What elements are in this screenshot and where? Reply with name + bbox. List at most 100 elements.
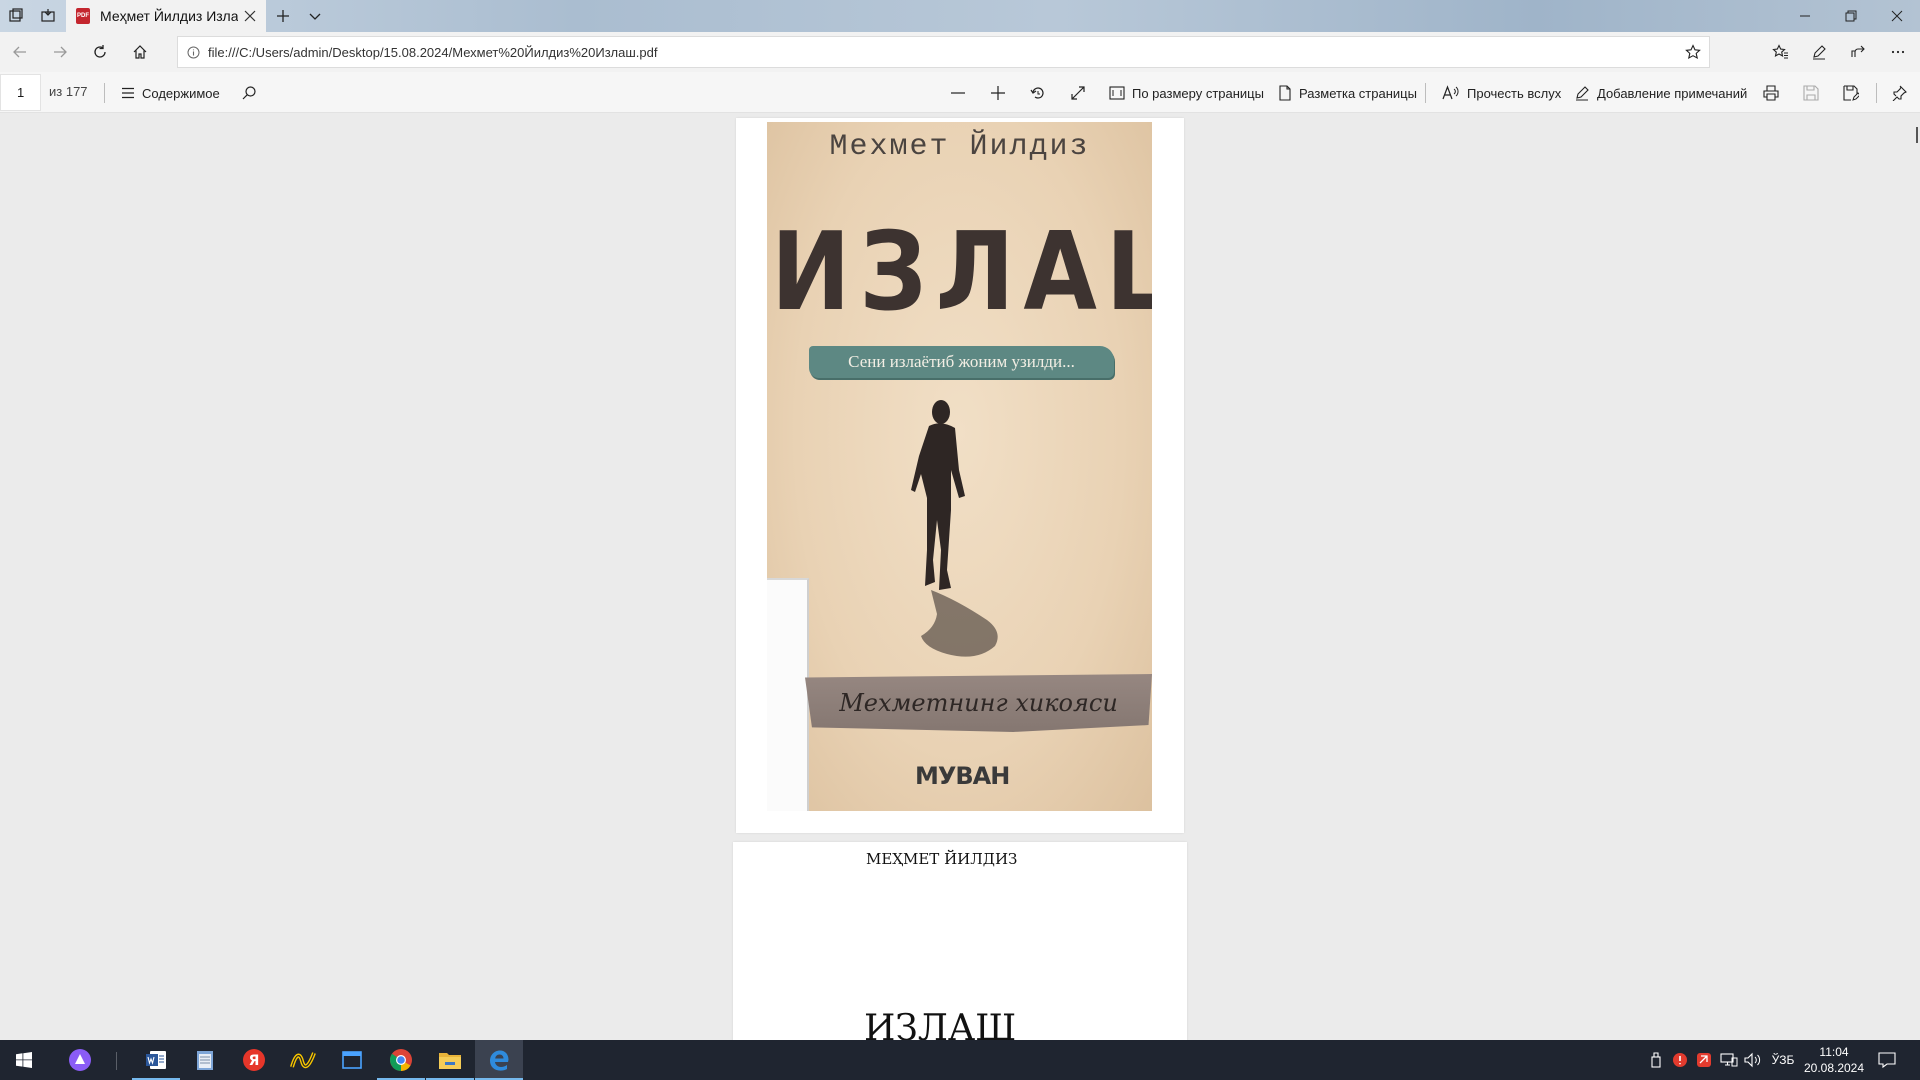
- language-indicator[interactable]: ЎЗБ: [1768, 1050, 1798, 1070]
- close-icon: [1891, 10, 1903, 22]
- taskbar-yandex[interactable]: Я: [230, 1040, 278, 1080]
- network-icon[interactable]: [1720, 1050, 1738, 1070]
- cover-title: ИЗЛАШ: [771, 210, 1152, 335]
- favorites-icon: [1771, 44, 1788, 59]
- minimize-button[interactable]: [1782, 0, 1828, 32]
- notification-icon: [1878, 1052, 1896, 1069]
- divider: [1876, 83, 1877, 103]
- restore-icon: [1845, 10, 1857, 22]
- search-button[interactable]: [235, 80, 263, 106]
- contents-label: Содержимое: [142, 85, 220, 101]
- list-icon: [122, 87, 134, 99]
- tab-actions-button[interactable]: [0, 0, 32, 32]
- info-icon[interactable]: [178, 46, 208, 59]
- clock[interactable]: 11:04 20.08.2024: [1800, 1044, 1868, 1076]
- taskbar-word[interactable]: [132, 1040, 180, 1080]
- print-button[interactable]: [1757, 80, 1785, 106]
- folder-icon: [439, 1053, 461, 1069]
- tab-close-button[interactable]: [242, 8, 258, 24]
- rotate-button[interactable]: [1024, 80, 1052, 106]
- tabs-aside-icon: [9, 8, 23, 22]
- share-icon: [1851, 45, 1865, 57]
- minimize-icon: [1800, 15, 1810, 17]
- more-button[interactable]: [1882, 36, 1914, 68]
- star-icon: [1685, 44, 1701, 60]
- chevron-down-icon: [309, 13, 321, 20]
- favorite-star-button[interactable]: [1685, 44, 1701, 63]
- set-aside-tabs-button[interactable]: [32, 0, 64, 32]
- taskbar-window-app[interactable]: [328, 1040, 376, 1080]
- chrome-icon: [390, 1049, 412, 1071]
- scrollbar-thumb[interactable]: [1916, 127, 1918, 143]
- address-bar[interactable]: file:///C:/Users/admin/Desktop/15.08.202…: [177, 36, 1710, 68]
- cover-tagline: Сени излаётиб жоним узилди...: [809, 346, 1114, 378]
- usb-icon[interactable]: [1648, 1050, 1664, 1070]
- save-icon: [1803, 85, 1819, 101]
- fit-page-button[interactable]: По размеру страницы: [1109, 80, 1264, 106]
- taskbar-alice[interactable]: [56, 1040, 104, 1080]
- printer-icon: [1763, 85, 1779, 101]
- url-text[interactable]: file:///C:/Users/admin/Desktop/15.08.202…: [208, 45, 657, 60]
- refresh-icon: [94, 45, 106, 58]
- tab-preview-button[interactable]: [299, 0, 331, 32]
- zoom-out-button[interactable]: [944, 80, 972, 106]
- save-button[interactable]: [1797, 80, 1825, 106]
- divider: [104, 83, 105, 103]
- edge-icon: [490, 1050, 509, 1071]
- read-aloud-button[interactable]: Прочесть вслух: [1442, 80, 1561, 106]
- page-total: из 177: [49, 84, 88, 99]
- page-author: МЕҲМЕТ ЙИЛДИЗ: [866, 850, 1018, 868]
- navigation-bar: file:///C:/Users/admin/Desktop/15.08.202…: [0, 32, 1920, 72]
- taskbar-divider: [116, 1052, 117, 1070]
- back-button[interactable]: [4, 36, 36, 68]
- close-icon: [244, 10, 256, 22]
- tab-pdf-document[interactable]: PDF Меҳмет Йилдиз Излаш: [66, 0, 266, 32]
- security-alert-icon[interactable]: [1672, 1050, 1688, 1070]
- action-center-button[interactable]: [1876, 1050, 1898, 1070]
- full-screen-button[interactable]: [1064, 80, 1092, 106]
- taskbar-beeline[interactable]: [279, 1040, 327, 1080]
- pin-toolbar-button[interactable]: [1885, 80, 1913, 106]
- pin-icon: [1892, 85, 1907, 101]
- plus-icon: [277, 10, 289, 22]
- volume-icon[interactable]: [1744, 1050, 1762, 1070]
- clock-date: 20.08.2024: [1803, 1061, 1865, 1075]
- word-icon: [146, 1051, 166, 1069]
- taskbar: Я ЎЗБ 11:04 20.08.2024: [0, 1040, 1920, 1080]
- share-button[interactable]: [1842, 36, 1874, 68]
- refresh-button[interactable]: [84, 36, 116, 68]
- tab-title: Меҳмет Йилдиз Излаш: [100, 8, 238, 24]
- favorites-hub-button[interactable]: [1764, 36, 1796, 68]
- fit-page-label: По размеру страницы: [1132, 85, 1264, 101]
- cover-author: Мехмет Йилдиз: [829, 130, 1090, 164]
- new-tab-button[interactable]: [267, 0, 299, 32]
- antivirus-icon[interactable]: [1696, 1050, 1712, 1070]
- zoom-in-button[interactable]: [984, 80, 1012, 106]
- arrow-left-icon: [13, 46, 26, 58]
- add-notes-button[interactable]: Добавление примечаний: [1574, 80, 1747, 106]
- publisher-logo: МУВАН: [915, 762, 1010, 790]
- forward-button[interactable]: [44, 36, 76, 68]
- page-layout-button[interactable]: Разметка страницы: [1278, 80, 1417, 106]
- pdf-page-2: МЕҲМЕТ ЙИЛДИЗ ИЗЛАШ: [733, 842, 1187, 1040]
- restore-button[interactable]: [1828, 0, 1874, 32]
- walking-man-illustration: [911, 400, 998, 657]
- close-window-button[interactable]: [1874, 0, 1920, 32]
- document-viewport[interactable]: Мехмет Йилдиз ИЗЛАШ Сени излаётиб жоним …: [0, 113, 1920, 1040]
- taskbar-file-explorer[interactable]: [426, 1040, 474, 1080]
- minus-icon: [951, 92, 965, 94]
- search-icon: [242, 86, 256, 100]
- plus-icon: [991, 86, 1005, 100]
- web-note-button[interactable]: [1803, 36, 1835, 68]
- home-button[interactable]: [124, 36, 156, 68]
- cover-subtitle: Мехметнинг хикояси: [805, 674, 1152, 732]
- start-button[interactable]: [0, 1040, 48, 1080]
- taskbar-edge[interactable]: [475, 1040, 523, 1080]
- taskbar-chrome[interactable]: [377, 1040, 425, 1080]
- contents-button[interactable]: Содержимое: [121, 80, 220, 106]
- page-number-input[interactable]: 1: [0, 74, 41, 111]
- save-as-button[interactable]: [1837, 80, 1865, 106]
- home-icon: [133, 45, 147, 59]
- book-cover: Мехмет Йилдиз ИЗЛАШ Сени излаётиб жоним …: [767, 122, 1152, 811]
- taskbar-notepad[interactable]: [181, 1040, 229, 1080]
